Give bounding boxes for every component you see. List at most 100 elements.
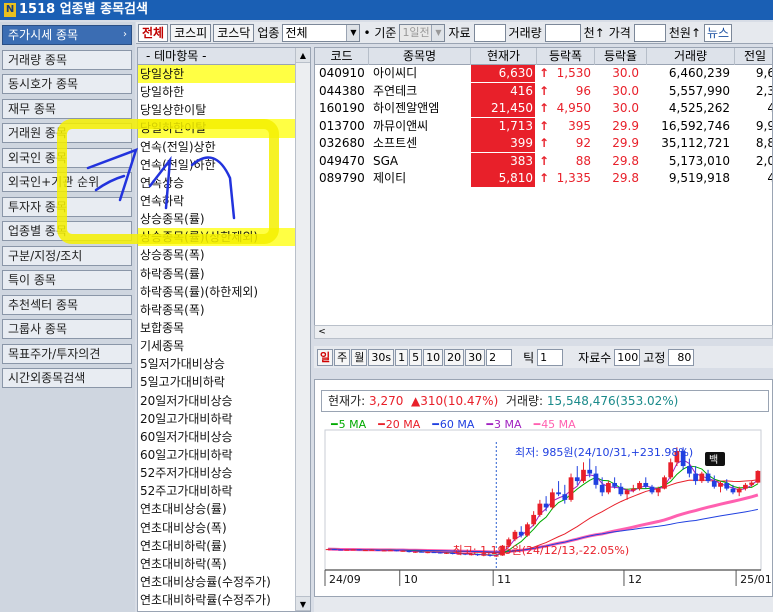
column-header-price[interactable]: 현재가 (471, 48, 537, 65)
sidebar-item[interactable]: 구분/지정/조치 (2, 245, 132, 266)
kosdaq-button[interactable]: 코스닥 (213, 23, 255, 42)
stock-rows: 040910아이씨디6,630↑1,53030.06,460,2399,6044… (315, 65, 772, 188)
table-row[interactable]: 160190 하이젠알앤엠 21,450↑ 4,950 30.0 4,525,262 4 (315, 100, 772, 118)
theme-list-item[interactable]: 보합종목 (138, 319, 295, 337)
news-button[interactable]: 뉴스 (704, 23, 733, 42)
theme-list-item[interactable]: 5일저가대비상승 (138, 355, 295, 373)
theme-list-item[interactable]: 연속하락 (138, 192, 295, 210)
sidebar-item[interactable]: 외국인 종목 (2, 147, 132, 168)
theme-list-item[interactable]: 상승종목(률)(상한제외) (138, 228, 295, 247)
theme-list-item[interactable]: 기세종목 (138, 337, 295, 355)
period-month-button[interactable]: 월 (351, 348, 368, 366)
fixed-input[interactable]: 80 (668, 348, 695, 366)
theme-list-item[interactable]: 연초대비상승(률) (138, 500, 295, 518)
sidebar-item[interactable]: 외국인+기관 순위 (2, 172, 132, 192)
column-header-code[interactable]: 코드 (315, 48, 369, 65)
cell-prev: 9,6 (755, 66, 772, 80)
period-week-button[interactable]: 주 (334, 348, 351, 366)
column-header-change[interactable]: 등락폭 (537, 48, 595, 65)
table-row[interactable]: 013700 까뮤이앤씨 1,713↑ 395 29.9 16,592,746 9,9 (315, 117, 772, 136)
sidebar-item[interactable]: 특이 종목 (2, 270, 132, 290)
theme-list-item[interactable]: 연초대비상승률(수정주가) (138, 573, 295, 591)
candle-body (512, 531, 518, 540)
theme-list-item[interactable]: 연초대비상승(폭) (138, 519, 295, 537)
theme-list-item[interactable]: 상승종목(폭) (138, 246, 295, 264)
period-1-button[interactable]: 1 (395, 348, 409, 366)
candle-body (531, 514, 537, 525)
basis-select[interactable]: 1일전 ▼ (399, 23, 446, 42)
column-header-name[interactable]: 종목명 (369, 48, 471, 65)
moving-average-line (328, 479, 758, 554)
sidebar-item[interactable]: 주가시세 종목 › (2, 25, 132, 45)
kospi-button[interactable]: 코스피 (170, 23, 212, 42)
theme-list-item[interactable]: 60일저가대비상승 (138, 428, 295, 446)
sidebar-item[interactable]: 투자자 종목 (2, 196, 132, 217)
price-input[interactable] (633, 23, 666, 42)
sidebar-item[interactable]: 시간외종목검색 (2, 368, 132, 388)
theme-list-item[interactable]: 당일상한이탈 (138, 101, 295, 119)
column-header-rate[interactable]: 등락율 (595, 48, 647, 65)
candle-body (624, 490, 630, 495)
table-row[interactable]: 044380 주연테크 416↑ 96 30.0 5,557,990 2,3 (315, 82, 772, 101)
theme-list-header: - 테마항목 - (138, 48, 295, 65)
candlestick-chart[interactable]: 최저: 985원(24/10/31,+231.98%) 최고: 1,195원(24… (315, 380, 773, 612)
sidebar-item[interactable]: 목표주가/투자의견 (2, 343, 132, 364)
theme-list-item[interactable]: 52주저가대비상승 (138, 464, 295, 482)
sidebar-item[interactable]: 거래원 종목 (2, 123, 132, 143)
table-row[interactable]: 049470 SGA 383↑ 88 29.8 5,173,010 2,0 (315, 152, 772, 171)
cell-rate: 29.9 (612, 136, 639, 150)
theme-list-item[interactable]: 하락종목(률)(하한제외) (138, 283, 295, 301)
theme-list-item[interactable]: 52주고가대비하락 (138, 482, 295, 500)
theme-list-item[interactable]: 연속(전일)하한 (138, 156, 295, 174)
theme-list-item[interactable]: 당일하한 (138, 83, 295, 101)
count-input[interactable]: 100 (614, 348, 641, 366)
candle-body (668, 462, 674, 478)
sector-select[interactable]: 전체 ▼ (282, 23, 361, 42)
horizontal-scrollbar[interactable]: < (314, 325, 773, 339)
period-10-button[interactable]: 10 (423, 348, 444, 366)
theme-list-item[interactable]: 하락종목(폭) (138, 301, 295, 319)
table-row[interactable]: 089790 제이티 5,810↑ 1,335 29.8 9,519,918 4 (315, 170, 772, 188)
table-row[interactable]: 040910 아이씨디 6,630↑ 1,530 30.0 6,460,239 9,6 (315, 65, 772, 83)
cell-code: 013700 (319, 118, 365, 133)
scroll-up-icon[interactable]: ▲ (296, 48, 310, 63)
fixed-label: 고정 (643, 350, 666, 365)
theme-list-item[interactable]: 60일고가대비하락 (138, 446, 295, 464)
theme-list-item[interactable]: 하락종목(률) (138, 265, 295, 283)
material-input[interactable] (473, 23, 506, 42)
period-30-button[interactable]: 30 (465, 348, 486, 366)
theme-list-item[interactable]: 당일하한이탈 (138, 119, 295, 138)
theme-list-item[interactable]: 20일고가대비하락 (138, 410, 295, 428)
sidebar-item[interactable]: 업종별 종목 (2, 221, 132, 241)
cell-code: 049470 (319, 153, 365, 168)
volume-input[interactable] (544, 23, 581, 42)
period-5-button[interactable]: 5 (409, 348, 423, 366)
tick-input[interactable]: 1 (537, 348, 564, 366)
theme-list-item[interactable]: 연초대비하락(폭) (138, 555, 295, 573)
theme-list-item[interactable]: 상승종목(률) (138, 210, 295, 228)
sidebar-item[interactable]: 그룹사 종목 (2, 319, 132, 339)
table-row[interactable]: 032680 소프트센 399↑ 92 29.9 35,112,721 8,8 (315, 135, 772, 153)
sidebar-item[interactable]: 동시호가 종목 (2, 74, 132, 94)
theme-list-item[interactable]: 연속(전일)상한 (138, 138, 295, 156)
theme-list-item[interactable]: 5일고가대비하락 (138, 373, 295, 391)
theme-list-item[interactable]: 당일상한 (138, 65, 295, 84)
column-header-prev[interactable]: 전일 (735, 48, 772, 65)
theme-list-item[interactable]: 연초대비하락(률) (138, 537, 295, 555)
column-header-volume[interactable]: 거래량 (647, 48, 735, 65)
theme-list-item[interactable]: 20일저가대비상승 (138, 392, 295, 410)
market-all-button[interactable]: 전체 (138, 23, 169, 42)
candle-body (344, 549, 350, 551)
period-30s-button[interactable]: 30s (368, 348, 395, 366)
theme-scrollbar[interactable]: ▲ ▼ (295, 48, 310, 611)
sidebar-item[interactable]: 재무 종목 (2, 98, 132, 119)
sidebar-item[interactable]: 거래량 종목 (2, 49, 132, 70)
period-input[interactable]: 2 (486, 348, 513, 366)
period-20-button[interactable]: 20 (444, 348, 465, 366)
scroll-down-icon[interactable]: ▼ (296, 596, 310, 611)
period-day-button[interactable]: 일 (317, 348, 334, 366)
theme-list-item[interactable]: 연속상승 (138, 174, 295, 192)
theme-list-item[interactable]: 연초대비하락률(수정주가) (138, 591, 295, 609)
sidebar-item[interactable]: 추천섹터 종목 (2, 294, 132, 315)
scroll-left-icon[interactable]: < (315, 326, 329, 338)
